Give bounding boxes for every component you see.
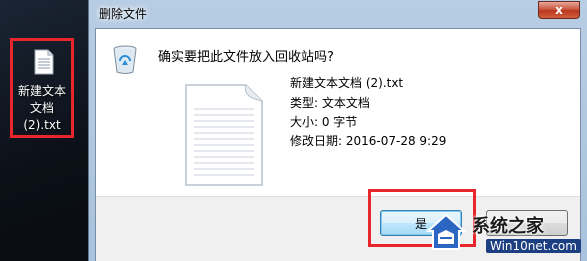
recycle-bin-icon	[113, 45, 137, 74]
title-bar[interactable]: 删除文件 x	[89, 0, 587, 28]
text-document-icon	[185, 84, 263, 186]
watermark: 系统之家 Win10net.com	[420, 206, 587, 261]
file-type: 类型: 文本文档	[290, 96, 370, 110]
confirmation-question: 确实要把此文件放入回收站吗?	[158, 50, 334, 65]
file-size: 大小: 0 字节	[290, 115, 358, 129]
dialog-title: 删除文件	[99, 7, 148, 21]
close-button[interactable]: x	[538, 1, 580, 19]
close-icon: x	[555, 3, 563, 17]
watermark-url: Win10net.com	[486, 239, 581, 253]
watermark-title: 系统之家	[472, 216, 544, 237]
text-file-icon	[34, 49, 54, 75]
desktop-file-label: 新建文本文档 (2).txt	[17, 84, 66, 132]
file-name: 新建文本文档 (2).txt	[290, 76, 404, 90]
house-logo-icon	[426, 213, 466, 250]
file-modified-date: 修改日期: 2016-07-28 9:29	[290, 134, 447, 148]
desktop-file-selected[interactable]: 新建文本文档 (2).txt	[10, 38, 74, 138]
